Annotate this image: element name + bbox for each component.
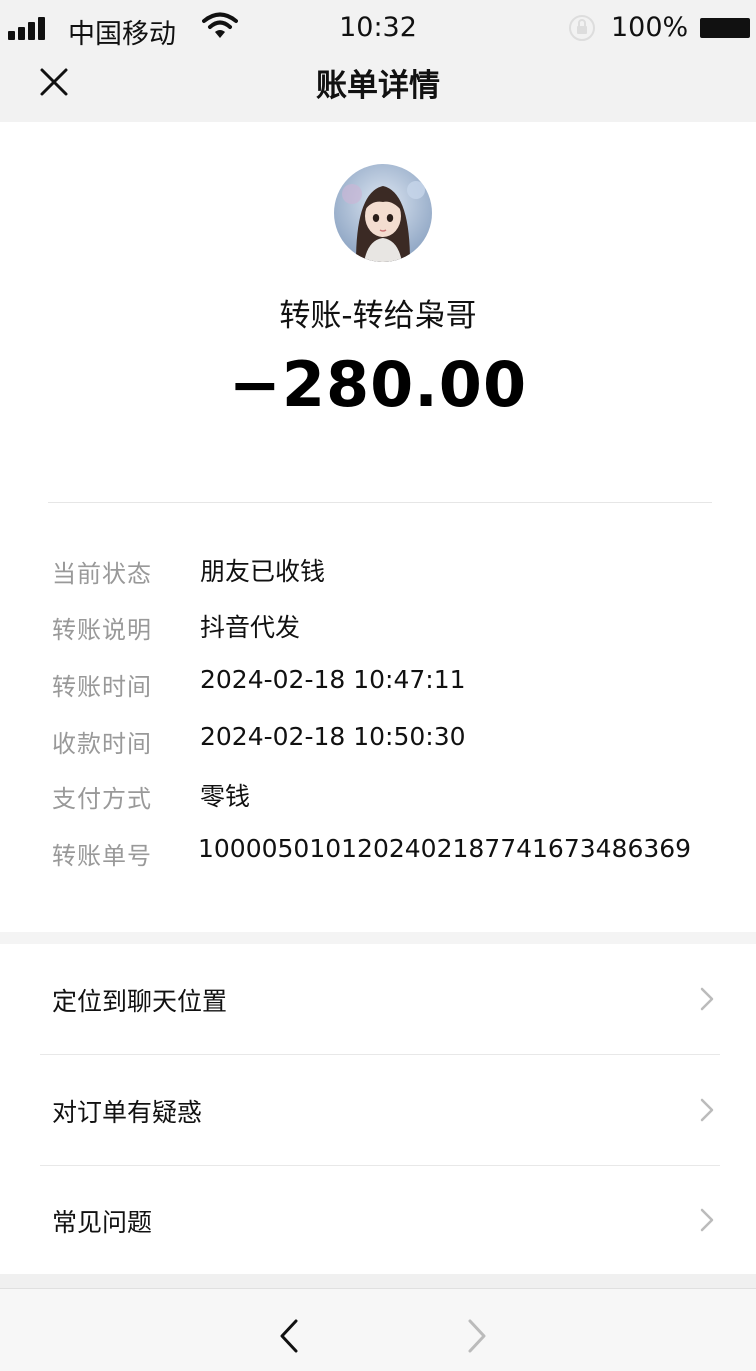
avatar xyxy=(334,164,432,262)
menu-item-label: 定位到聊天位置 xyxy=(52,987,228,1016)
detail-label: 当前状态 xyxy=(52,560,152,588)
detail-value: 2024-02-18 10:47:11 xyxy=(200,665,466,694)
page-title: 账单详情 xyxy=(316,68,440,104)
transfer-amount: −280.00 xyxy=(228,348,528,421)
chevron-left-icon[interactable] xyxy=(274,1317,304,1355)
chevron-right-icon xyxy=(700,1208,714,1232)
detail-label: 转账时间 xyxy=(52,673,152,701)
battery-percent: 100% xyxy=(611,12,689,43)
detail-label: 支付方式 xyxy=(52,785,152,813)
menu-item-faq[interactable]: 常见问题 xyxy=(0,1165,756,1275)
detail-row-receive-time: 收款时间 2024-02-18 10:50:30 xyxy=(0,716,756,760)
menu-item-order-question[interactable]: 对订单有疑惑 xyxy=(0,1055,756,1165)
detail-row-status: 当前状态 朋友已收钱 xyxy=(0,546,756,590)
transfer-title: 转账-转给枭哥 xyxy=(279,298,477,334)
menu-item-locate-chat[interactable]: 定位到聊天位置 xyxy=(0,944,756,1054)
nav-bar: 账单详情 xyxy=(0,56,756,122)
chevron-right-icon xyxy=(700,987,714,1011)
rotation-lock-icon xyxy=(569,15,595,41)
bottom-separator xyxy=(0,1274,756,1288)
detail-label: 转账单号 xyxy=(52,842,152,870)
detail-row-transfer-time: 转账时间 2024-02-18 10:47:11 xyxy=(0,659,756,703)
menu-item-label: 常见问题 xyxy=(52,1208,153,1237)
menu-item-label: 对订单有疑惑 xyxy=(52,1098,203,1127)
divider xyxy=(48,502,712,503)
detail-label: 转账说明 xyxy=(52,616,152,644)
detail-value: 2024-02-18 10:50:30 xyxy=(200,722,466,751)
section-gap xyxy=(0,932,756,944)
detail-value: 抖音代发 xyxy=(200,613,301,642)
chevron-right-icon[interactable] xyxy=(462,1317,492,1355)
detail-value: 100005010120240218774167348636​9 xyxy=(198,834,692,863)
detail-row-transfer-number: 转账单号 100005010120240218774167348636​9 xyxy=(0,828,756,872)
detail-value: 零钱 xyxy=(200,782,251,811)
bottom-nav-bar xyxy=(0,1288,756,1371)
chevron-right-icon xyxy=(700,1098,714,1122)
status-bar: 中国移动 10:32 100% xyxy=(0,0,756,56)
detail-label: 收款时间 xyxy=(52,730,152,758)
battery-icon xyxy=(700,18,750,38)
detail-row-payment-method: 支付方式 零钱 xyxy=(0,771,756,815)
detail-value: 朋友已收钱 xyxy=(200,557,326,586)
detail-row-note: 转账说明 抖音代发 xyxy=(0,602,756,646)
